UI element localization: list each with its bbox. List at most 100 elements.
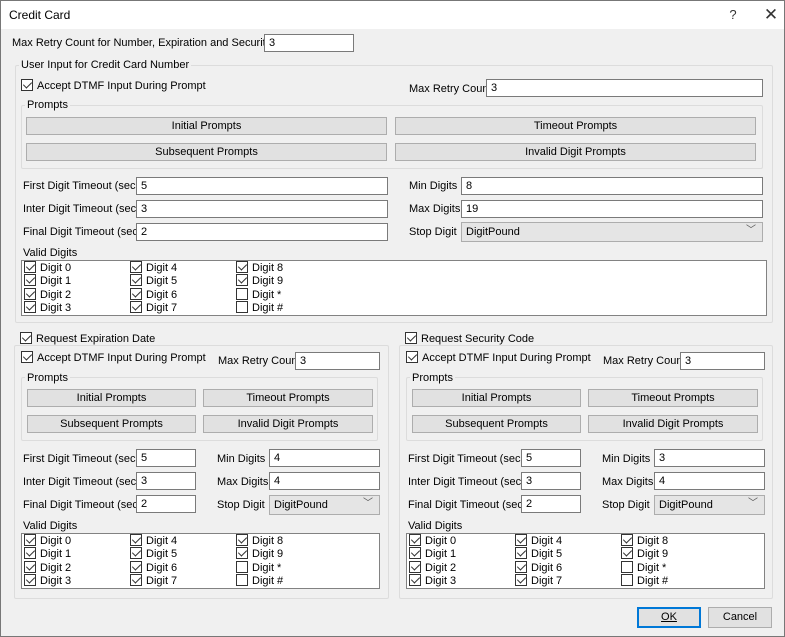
security-min-digits-label: Min Digits: [602, 453, 651, 465]
card-number-max-digits-input[interactable]: 19: [461, 200, 763, 218]
valid-digit-checkbox[interactable]: Digit #: [236, 300, 283, 314]
expiration-max-digits-input[interactable]: 4: [269, 472, 380, 490]
security-max-retry-input[interactable]: 3: [680, 352, 765, 370]
valid-digit-checkbox[interactable]: Digit 5: [515, 547, 563, 561]
valid-digit-checkbox[interactable]: Digit 7: [515, 573, 562, 587]
security-subsequent-prompts-button[interactable]: Subsequent Prompts: [412, 415, 581, 433]
security-timeout-prompts-button[interactable]: Timeout Prompts: [588, 389, 758, 407]
request-expiration-checkbox[interactable]: Request Expiration Date: [18, 332, 158, 346]
expiration-final-digit-input[interactable]: 2: [136, 495, 196, 513]
valid-digit-checkbox[interactable]: Digit #: [621, 573, 668, 587]
valid-digit-checkbox[interactable]: Digit 3: [409, 573, 456, 587]
valid-digit-checkbox[interactable]: Digit 6: [515, 560, 562, 574]
valid-digit-label: Digit *: [252, 561, 282, 574]
valid-digit-label: Digit 3: [40, 574, 72, 587]
valid-digit-checkbox[interactable]: Digit 5: [130, 547, 177, 560]
valid-digit-checkbox[interactable]: Digit 2: [24, 560, 71, 574]
valid-digit-checkbox[interactable]: Digit 8: [621, 534, 668, 547]
card-number-final-digit-input[interactable]: 2: [136, 223, 388, 241]
valid-digit-checkbox[interactable]: Digit 9: [621, 547, 668, 560]
valid-digit-checkbox[interactable]: Digit 1: [24, 274, 71, 287]
expiration-first-digit-input[interactable]: 5: [136, 449, 196, 467]
security-final-digit-input[interactable]: 2: [521, 495, 581, 513]
checkbox-icon: [130, 534, 142, 547]
valid-digit-checkbox[interactable]: Digit 0: [409, 534, 456, 547]
expiration-stop-digit-select[interactable]: DigitPound ﹀: [269, 495, 380, 515]
valid-digit-checkbox[interactable]: Digit 8: [236, 261, 283, 274]
card-number-accept-dtmf-checkbox[interactable]: Accept DTMF Input During Prompt: [21, 79, 206, 92]
security-final-digit-label: Final Digit Timeout (secs): [408, 499, 533, 511]
card-number-initial-prompts-button[interactable]: Initial Prompts: [26, 117, 387, 135]
ok-button[interactable]: OK: [637, 607, 701, 628]
checkbox-icon: [236, 274, 248, 287]
security-invalid-digit-prompts-button[interactable]: Invalid Digit Prompts: [588, 415, 758, 433]
valid-digit-checkbox[interactable]: Digit 3: [24, 300, 71, 314]
card-number-stop-digit-label: Stop Digit: [409, 226, 457, 238]
valid-digit-checkbox[interactable]: Digit *: [236, 560, 282, 574]
checkbox-icon: [236, 300, 248, 313]
card-number-max-retry-input[interactable]: 3: [486, 79, 763, 97]
request-security-checkbox[interactable]: Request Security Code: [403, 332, 537, 346]
expiration-max-retry-input[interactable]: 3: [295, 352, 380, 370]
valid-digit-checkbox[interactable]: Digit #: [236, 573, 283, 587]
valid-digit-checkbox[interactable]: Digit 4: [130, 261, 178, 274]
valid-digit-checkbox[interactable]: Digit 0: [24, 534, 71, 547]
valid-digit-checkbox[interactable]: Digit *: [621, 560, 667, 574]
valid-digit-checkbox[interactable]: Digit 7: [130, 300, 177, 314]
card-number-first-digit-input[interactable]: 5: [136, 177, 388, 195]
stop-digit-value: DigitPound: [466, 226, 520, 238]
security-inter-digit-input[interactable]: 3: [521, 472, 581, 490]
expiration-valid-digits-label: Valid Digits: [23, 520, 78, 532]
security-accept-dtmf-checkbox[interactable]: Accept DTMF Input During Prompt: [406, 351, 591, 364]
close-button[interactable]: ✕: [761, 5, 781, 25]
security-initial-prompts-button[interactable]: Initial Prompts: [412, 389, 581, 407]
security-min-digits-input[interactable]: 3: [654, 449, 765, 467]
valid-digit-checkbox[interactable]: Digit 4: [130, 534, 177, 547]
card-number-valid-digits-list: Digit 0 Digit 1 Digit 2 Digit 3 Digit 4 Digit…: [21, 260, 767, 316]
security-max-digits-input[interactable]: 4: [654, 472, 765, 490]
security-stop-digit-select[interactable]: DigitPound ﹀: [654, 495, 765, 515]
checkbox-icon: [24, 534, 36, 547]
valid-digit-checkbox[interactable]: Digit 6: [130, 560, 177, 574]
valid-digit-checkbox[interactable]: Digit 9: [236, 274, 283, 287]
expiration-initial-prompts-button[interactable]: Initial Prompts: [27, 389, 196, 407]
valid-digit-label: Digit 5: [531, 548, 563, 561]
security-first-digit-input[interactable]: 5: [521, 449, 581, 467]
valid-digit-label: Digit 4: [146, 262, 178, 274]
valid-digit-checkbox[interactable]: Digit 8: [236, 534, 283, 547]
valid-digit-label: Digit *: [637, 561, 667, 574]
valid-digit-label: Digit 6: [146, 288, 178, 301]
card-number-invalid-digit-prompts-button[interactable]: Invalid Digit Prompts: [395, 143, 756, 161]
card-number-stop-digit-select[interactable]: DigitPound ﹀: [461, 222, 763, 242]
valid-digit-checkbox[interactable]: Digit 0: [24, 261, 71, 274]
expiration-subsequent-prompts-button[interactable]: Subsequent Prompts: [27, 415, 196, 433]
card-number-timeout-prompts-button[interactable]: Timeout Prompts: [395, 117, 756, 135]
valid-digit-checkbox[interactable]: Digit 7: [130, 573, 177, 587]
expiration-timeout-prompts-button[interactable]: Timeout Prompts: [203, 389, 373, 407]
valid-digit-checkbox[interactable]: Digit 1: [409, 547, 457, 561]
cancel-button[interactable]: Cancel: [708, 607, 772, 628]
card-number-min-digits-input[interactable]: 8: [461, 177, 763, 195]
valid-digit-checkbox[interactable]: Digit 6: [130, 287, 178, 301]
valid-digit-checkbox[interactable]: Digit 2: [409, 560, 456, 574]
card-number-subsequent-prompts-button[interactable]: Subsequent Prompts: [26, 143, 387, 161]
valid-digit-checkbox[interactable]: Digit 4: [515, 534, 562, 547]
card-number-max-retry-label: Max Retry Count: [409, 83, 492, 95]
valid-digit-checkbox[interactable]: Digit 9: [236, 547, 283, 560]
valid-digit-checkbox[interactable]: Digit *: [236, 287, 281, 301]
valid-digit-checkbox[interactable]: Digit 2: [24, 287, 71, 301]
global-max-retry-input[interactable]: 3: [264, 34, 354, 52]
valid-digit-checkbox[interactable]: Digit 1: [24, 547, 71, 560]
valid-digit-checkbox[interactable]: Digit 3: [24, 573, 72, 587]
expiration-invalid-digit-prompts-button[interactable]: Invalid Digit Prompts: [203, 415, 373, 433]
expiration-accept-dtmf-checkbox[interactable]: Accept DTMF Input During Prompt: [21, 351, 206, 364]
expiration-min-digits-label: Min Digits: [217, 453, 266, 465]
expiration-inter-digit-input[interactable]: 3: [136, 472, 196, 490]
help-button[interactable]: ?: [723, 5, 743, 25]
valid-digit-checkbox[interactable]: Digit 5: [130, 274, 177, 287]
valid-digit-label: Digit 1: [425, 548, 457, 561]
expiration-min-digits-input[interactable]: 4: [269, 449, 380, 467]
checkbox-icon: [409, 534, 421, 547]
card-number-inter-digit-input[interactable]: 3: [136, 200, 388, 218]
security-first-digit-label: First Digit Timeout (secs): [408, 453, 530, 465]
